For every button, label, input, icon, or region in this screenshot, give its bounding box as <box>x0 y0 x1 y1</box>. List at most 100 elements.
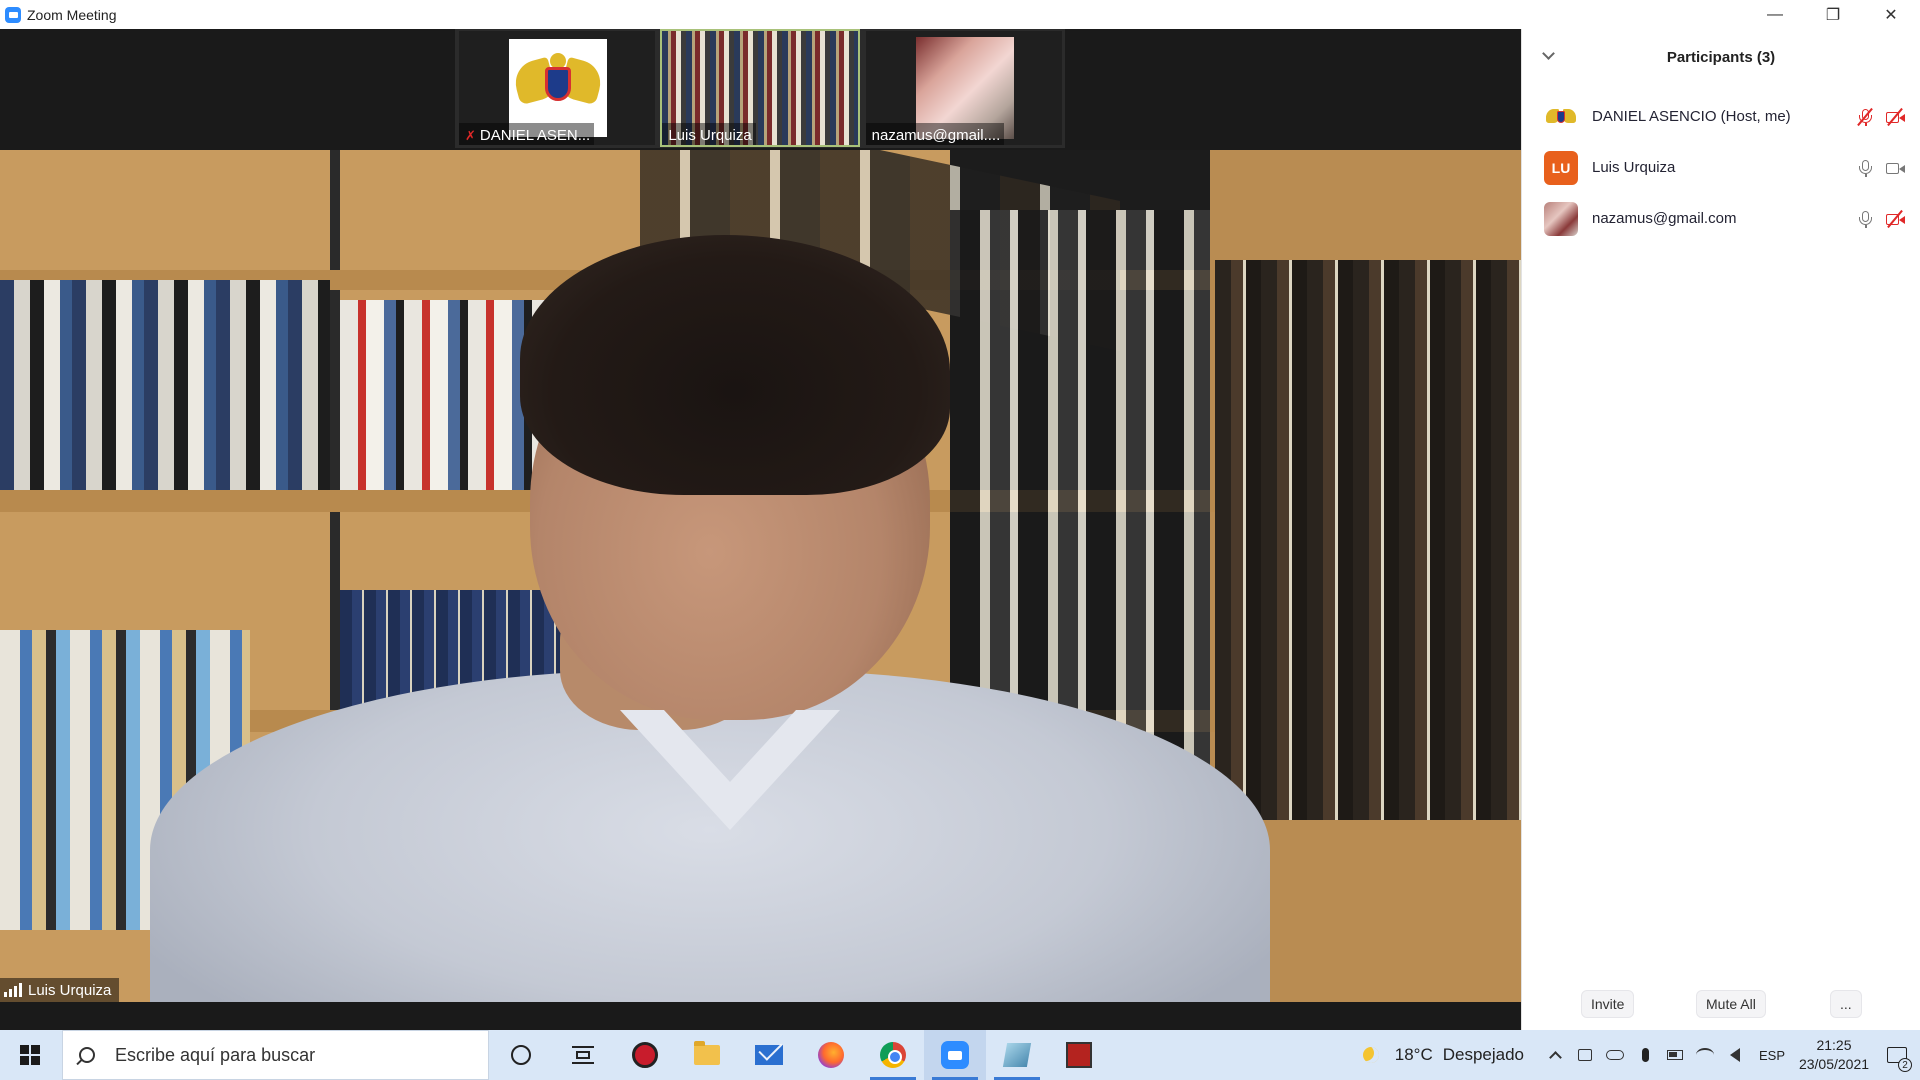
search-placeholder: Escribe aquí para buscar <box>115 1044 316 1065</box>
more-options-button[interactable]: ... <box>1830 990 1862 1018</box>
meet-now-button[interactable] <box>1570 1030 1600 1080</box>
search-icon <box>79 1047 95 1063</box>
chevron-up-icon <box>1548 1051 1562 1064</box>
show-hidden-icons-button[interactable] <box>1540 1030 1570 1080</box>
pinned-apps <box>490 1030 1110 1080</box>
participant-name: Luis Urquiza <box>1592 159 1676 176</box>
participants-title: Participants (3) <box>1666 48 1776 66</box>
dota-button[interactable] <box>1048 1030 1110 1080</box>
signal-bars-icon <box>4 983 22 997</box>
mail-icon <box>755 1045 783 1065</box>
zoom-button[interactable] <box>924 1030 986 1080</box>
invite-button[interactable]: Invite <box>1581 990 1635 1018</box>
battery-button[interactable] <box>1660 1030 1690 1080</box>
participant-row[interactable]: LU Luis Urquiza <box>1522 142 1920 193</box>
file-explorer-button[interactable] <box>676 1030 738 1080</box>
thumbnail-name-label: nazamus@gmail.... <box>865 123 1005 145</box>
clock-date: 23/05/2021 <box>1798 1056 1870 1072</box>
cortana-button[interactable] <box>490 1030 552 1080</box>
participant-name: nazamus@gmail.com <box>1592 210 1737 227</box>
notification-count: 2 <box>1898 1058 1912 1072</box>
gaming-app-icon <box>632 1042 658 1068</box>
task-view-button[interactable] <box>552 1030 614 1080</box>
cortana-icon <box>511 1045 531 1065</box>
mail-button[interactable] <box>738 1030 800 1080</box>
window-controls: — ❐ ✕ <box>1746 0 1920 29</box>
participants-list: DANIEL ASENCIO (Host, me) LU Luis Urquiz… <box>1522 91 1920 244</box>
taskbar-clock[interactable]: 21:25 23/05/2021 <box>1794 1036 1874 1074</box>
taskbar-search-box[interactable]: Escribe aquí para buscar <box>62 1030 489 1080</box>
participants-panel: Participants (3) DANIEL ASENCIO (Host, m… <box>1521 29 1920 1030</box>
participant-status <box>1856 193 1905 244</box>
thumbnail-name-label: Luis Urquiza <box>662 123 756 145</box>
battery-icon <box>1667 1050 1683 1060</box>
participant-name: DANIEL ASENCIO (Host, me) <box>1592 108 1791 125</box>
participants-header: Participants (3) <box>1522 29 1920 85</box>
start-button[interactable] <box>0 1030 60 1080</box>
paper-app-icon <box>1002 1043 1032 1067</box>
restore-button[interactable]: ❐ <box>1804 0 1862 29</box>
speaker-icon <box>1730 1048 1740 1062</box>
cloud-icon <box>1606 1050 1624 1060</box>
meet-now-icon <box>1578 1049 1592 1061</box>
participant-status <box>1856 142 1905 193</box>
zoom-app-icon <box>5 6 21 23</box>
thumbnail-nazamus[interactable]: nazamus@gmail.... <box>862 29 1065 148</box>
video-thumbnail-strip: ✗ DANIEL ASEN... Luis Urquiza nazamus@gm… <box>455 29 1065 148</box>
title-bar: Zoom Meeting — ❐ ✕ <box>0 0 1920 29</box>
clock-time: 21:25 <box>1816 1037 1852 1053</box>
books-left-top <box>0 280 330 490</box>
thumbnail-name-text: nazamus@gmail.... <box>871 127 1001 144</box>
dota-icon <box>1066 1042 1092 1068</box>
gaming-app-button[interactable] <box>614 1030 676 1080</box>
zoom-icon <box>941 1041 969 1069</box>
speaker-name-label: Luis Urquiza <box>0 978 120 1002</box>
thumbnail-luis[interactable]: Luis Urquiza <box>658 29 861 148</box>
video-off-icon[interactable] <box>1886 209 1905 228</box>
books-right-old <box>1215 260 1521 820</box>
thumbnail-name-text: Luis Urquiza <box>668 127 752 144</box>
avatar <box>1544 99 1578 134</box>
window-title: Zoom Meeting <box>27 6 117 23</box>
mic-icon[interactable] <box>1856 159 1874 177</box>
moon-icon <box>1362 1047 1379 1063</box>
microphone-icon <box>1641 1048 1649 1062</box>
participant-status <box>1856 91 1905 142</box>
avatar: LU <box>1544 150 1578 185</box>
video-icon[interactable] <box>1886 159 1905 177</box>
windows-taskbar: Escribe aquí para buscar 18°C Despejado … <box>0 1030 1920 1080</box>
chrome-button[interactable] <box>862 1030 924 1080</box>
firefox-icon <box>818 1042 844 1068</box>
weather-temp: 18°C <box>1394 1045 1433 1064</box>
thumbnail-name-label: ✗ DANIEL ASEN... <box>459 123 595 145</box>
mic-icon[interactable] <box>1856 210 1874 228</box>
chrome-icon <box>880 1042 906 1068</box>
windows-logo-icon <box>20 1045 40 1065</box>
volume-button[interactable] <box>1720 1030 1750 1080</box>
file-explorer-icon <box>694 1041 720 1065</box>
eagle-emblem-icon <box>1546 105 1576 129</box>
mic-muted-icon: ✗ <box>465 127 476 143</box>
weather-widget[interactable]: 18°C Despejado <box>1362 1045 1524 1065</box>
thumbnail-name-text: DANIEL ASEN... <box>479 127 591 144</box>
main-speaker-video[interactable]: Luis Urquiza <box>0 150 1521 1002</box>
mic-muted-icon[interactable] <box>1856 107 1874 126</box>
close-button[interactable]: ✕ <box>1862 0 1920 29</box>
task-view-icon <box>572 1046 594 1064</box>
network-button[interactable] <box>1690 1030 1720 1080</box>
wifi-icon <box>1696 1048 1714 1062</box>
firefox-button[interactable] <box>800 1030 862 1080</box>
participants-footer: Invite Mute All ... <box>1522 978 1920 1030</box>
onedrive-button[interactable] <box>1600 1030 1630 1080</box>
paper-app-button[interactable] <box>986 1030 1048 1080</box>
participant-row[interactable]: nazamus@gmail.com <box>1522 193 1920 244</box>
mute-all-button[interactable]: Mute All <box>1696 990 1766 1018</box>
microphone-tray-button[interactable] <box>1630 1030 1660 1080</box>
minimize-button[interactable]: — <box>1746 0 1804 29</box>
participant-row[interactable]: DANIEL ASENCIO (Host, me) <box>1522 91 1920 142</box>
action-center-button[interactable]: 2 <box>1874 1030 1920 1080</box>
weather-condition: Despejado <box>1442 1045 1524 1064</box>
video-off-icon[interactable] <box>1886 107 1905 126</box>
thumbnail-daniel[interactable]: ✗ DANIEL ASEN... <box>455 29 658 148</box>
input-language[interactable]: ESP <box>1750 1048 1794 1063</box>
